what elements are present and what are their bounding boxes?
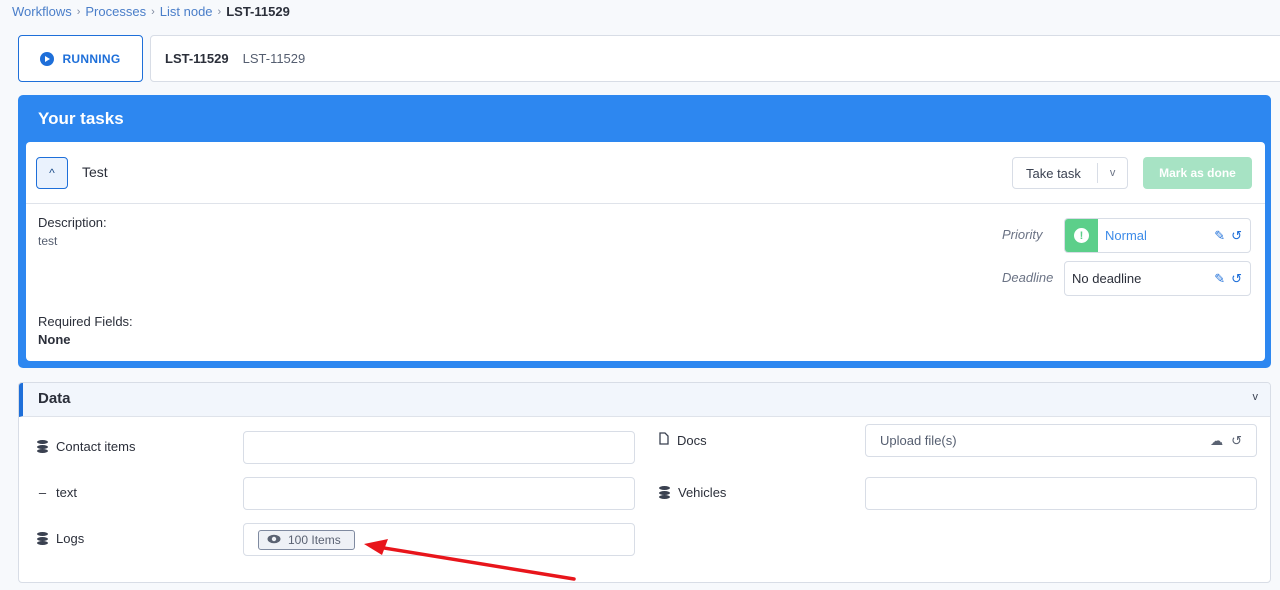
logs-items-count: 100 Items [288,532,341,547]
contact-items-label-text: Contact items [56,439,136,454]
breadcrumb: Workflows › Processes › List node › LST-… [12,4,290,19]
collapse-task-button[interactable]: ^ [36,157,68,189]
history-icon[interactable]: ↺ [1231,271,1242,287]
breadcrumb-separator: › [151,5,155,18]
logs-label-text: Logs [56,531,85,546]
chevron-down-icon[interactable]: v [1097,163,1127,183]
file-icon [659,432,669,448]
database-icon [37,532,48,545]
tasks-title: Your tasks [38,109,124,128]
take-task-button[interactable]: Take task v [1012,157,1128,189]
chevron-up-icon: ^ [49,166,55,180]
mark-as-done-button[interactable]: Mark as done [1143,157,1252,189]
docs-label-text: Docs [677,432,707,448]
take-task-label: Take task [1026,165,1081,181]
history-icon[interactable]: ↺ [1231,433,1242,449]
deadline-label: Deadline [1002,270,1054,285]
deadline-value: No deadline [1072,271,1142,286]
tasks-panel: Your tasks ^ Test Take task v Mark as do… [18,95,1271,368]
text-label: – text [37,485,77,500]
database-icon [659,486,670,499]
chevron-down-icon[interactable]: v [1253,391,1259,403]
breadcrumb-workflows[interactable]: Workflows [12,4,72,19]
upload-placeholder: Upload file(s) [880,433,957,448]
database-icon [37,440,48,453]
task-header: ^ Test Take task v Mark as done [26,142,1265,204]
eye-icon [267,533,281,547]
docs-upload-field[interactable]: Upload file(s) ☁ ↺ [865,424,1257,457]
description-value: test [38,234,58,248]
priority-value: Normal [1105,228,1147,243]
play-icon [40,51,55,66]
task-name: Test [82,164,108,180]
data-panel: Data v Contact items – text Logs 100 Ite… [18,382,1271,583]
breadcrumb-separator: › [217,5,222,18]
data-title: Data [38,390,71,407]
exclamation-icon: ! [1074,228,1089,243]
priority-indicator: ! [1065,219,1098,252]
priority-field[interactable]: ! Normal ✎ ↺ [1064,218,1251,253]
cloud-upload-icon[interactable]: ☁ [1210,433,1223,449]
text-input[interactable] [243,477,635,510]
pencil-icon[interactable]: ✎ [1214,228,1225,244]
record-name: LST-11529 [242,51,306,66]
description-label: Description: [38,215,107,230]
record-id-bar: LST-11529 LST-11529 [150,35,1280,82]
breadcrumb-current: LST-11529 [226,4,290,19]
required-fields-label: Required Fields: [38,314,133,329]
minus-icon: – [38,485,47,500]
history-icon[interactable]: ↺ [1231,228,1242,244]
logs-label: Logs [37,531,84,546]
docs-label: Docs [659,432,707,448]
vehicles-input[interactable] [865,477,1257,510]
contact-items-input[interactable] [243,431,635,464]
breadcrumb-processes[interactable]: Processes [85,4,146,19]
task-card: ^ Test Take task v Mark as done Descript… [26,142,1265,361]
logs-items-button[interactable]: 100 Items [258,529,355,550]
pencil-icon[interactable]: ✎ [1214,271,1225,287]
record-id: LST-11529 [165,51,229,66]
required-fields-value: None [38,332,71,347]
deadline-field[interactable]: No deadline ✎ ↺ [1064,261,1251,296]
contact-items-label: Contact items [37,439,135,454]
priority-label: Priority [1002,227,1043,242]
arrow-annotation [364,539,576,581]
vehicles-label: Vehicles [659,485,726,500]
breadcrumb-separator: › [76,5,81,18]
text-label-text: text [56,485,77,500]
status-running-button[interactable]: RUNNING [18,35,143,82]
vehicles-label-text: Vehicles [678,485,727,500]
status-label: RUNNING [62,51,121,66]
breadcrumb-list-node[interactable]: List node [160,4,213,19]
data-header[interactable]: Data v [19,383,1270,417]
